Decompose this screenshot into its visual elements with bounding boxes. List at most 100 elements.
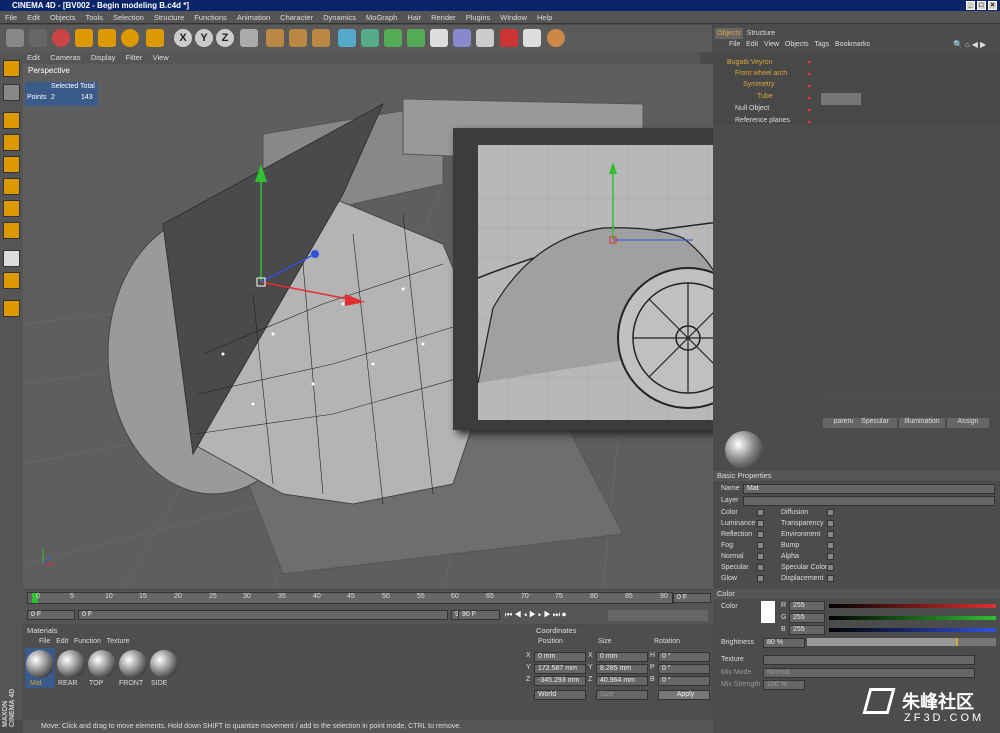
obj-menu-tags[interactable]: Tags bbox=[814, 41, 829, 48]
size-mode-select[interactable]: Size bbox=[596, 690, 648, 700]
g-field[interactable]: 255 bbox=[789, 613, 825, 623]
z-axis-icon[interactable]: Z bbox=[216, 29, 234, 47]
name-field[interactable]: Mat bbox=[743, 484, 995, 494]
layer-field[interactable] bbox=[743, 496, 995, 506]
vp-menu-cameras[interactable]: Cameras bbox=[46, 52, 84, 64]
rotate-icon[interactable] bbox=[121, 29, 139, 47]
obj-menu-file[interactable]: File bbox=[729, 41, 740, 48]
tab-structure[interactable]: Structure bbox=[745, 28, 777, 39]
uv-points-tool-icon[interactable] bbox=[3, 222, 20, 239]
rotation-b-field[interactable]: 0 ° bbox=[658, 676, 710, 686]
vp-menu-display[interactable]: Display bbox=[87, 52, 120, 64]
size-z-field[interactable]: 40.964 mm bbox=[596, 676, 648, 686]
channel-glow-checkbox[interactable] bbox=[757, 575, 764, 582]
mixmode-select[interactable]: Normal bbox=[763, 668, 975, 678]
minimize-button[interactable]: _ bbox=[966, 1, 975, 10]
material-ball-front[interactable] bbox=[119, 650, 147, 678]
r-slider[interactable] bbox=[829, 604, 996, 608]
menu-render[interactable]: Render bbox=[426, 11, 461, 24]
start-frame-field[interactable]: 0 F bbox=[27, 610, 75, 620]
material-ball-rear[interactable] bbox=[57, 650, 85, 678]
object-null[interactable]: Null Object bbox=[735, 103, 769, 114]
position-z-field[interactable]: -345.293 mm bbox=[534, 676, 586, 686]
menu-objects[interactable]: Objects bbox=[45, 11, 80, 24]
move-icon[interactable] bbox=[75, 29, 93, 47]
menu-structure[interactable]: Structure bbox=[149, 11, 189, 24]
close-button[interactable]: × bbox=[988, 1, 997, 10]
frame-slider[interactable]: 0 F bbox=[78, 610, 448, 620]
menu-mograph[interactable]: MoGraph bbox=[361, 11, 402, 24]
material-ball-top[interactable] bbox=[88, 650, 116, 678]
use-texture-tool-icon[interactable] bbox=[3, 112, 20, 129]
position-y-field[interactable]: 172.587 mm bbox=[534, 664, 586, 674]
channel-bump-checkbox[interactable] bbox=[827, 542, 834, 549]
channel-color-checkbox[interactable] bbox=[757, 509, 764, 516]
globe-icon[interactable] bbox=[547, 29, 565, 47]
live-select-icon[interactable] bbox=[52, 29, 70, 47]
channel-specular-color-checkbox[interactable] bbox=[827, 564, 834, 571]
channel-diffusion-checkbox[interactable] bbox=[827, 509, 834, 516]
cube-icon[interactable] bbox=[338, 29, 356, 47]
channel-environment-checkbox[interactable] bbox=[827, 531, 834, 538]
timeline-ruler[interactable]: 0 5 10 15 20 25 30 35 40 45 50 55 60 65 … bbox=[27, 592, 673, 604]
r-field[interactable]: 255 bbox=[789, 601, 825, 611]
channel-transparency-checkbox[interactable] bbox=[827, 520, 834, 527]
coordinate-system-icon[interactable] bbox=[240, 29, 258, 47]
channel-normal-checkbox[interactable] bbox=[757, 553, 764, 560]
menu-dynamics[interactable]: Dynamics bbox=[318, 11, 361, 24]
tab-specular[interactable]: Specular bbox=[853, 418, 897, 428]
object-bugatti-veyron[interactable]: Bugatti Veyron bbox=[727, 57, 773, 68]
channel-displacement-checkbox[interactable] bbox=[827, 575, 834, 582]
brightness-slider[interactable] bbox=[807, 638, 996, 646]
vp-menu-view[interactable]: View bbox=[149, 52, 173, 64]
mat-menu-function[interactable]: Function bbox=[74, 638, 101, 645]
checker-tool-icon[interactable] bbox=[3, 250, 20, 267]
object-reference-planes[interactable]: Reference planes bbox=[735, 115, 790, 126]
deformer-icon[interactable] bbox=[430, 29, 448, 47]
light-icon[interactable] bbox=[476, 29, 494, 47]
material-ball-side[interactable] bbox=[150, 650, 178, 678]
vp-menu-filter[interactable]: Filter bbox=[122, 52, 147, 64]
tab-assign[interactable]: Assign bbox=[947, 418, 989, 428]
vp-menu-edit[interactable]: Edit bbox=[23, 52, 44, 64]
coordinate-mode-select[interactable]: World bbox=[534, 690, 586, 700]
menu-animation[interactable]: Animation bbox=[232, 11, 275, 24]
visibility-dots[interactable]: ● ● ● ● ● ● bbox=[807, 57, 815, 126]
size-y-field[interactable]: 8.285 mm bbox=[596, 664, 648, 674]
texture-field[interactable] bbox=[763, 655, 975, 665]
menu-tools[interactable]: Tools bbox=[80, 11, 108, 24]
spline-icon[interactable] bbox=[361, 29, 379, 47]
points-tool-icon[interactable] bbox=[3, 156, 20, 173]
material-ball-mat[interactable] bbox=[26, 650, 54, 678]
max-frame-field[interactable]: 90 F bbox=[458, 610, 500, 620]
tube-tags[interactable] bbox=[821, 93, 861, 105]
render-view-icon[interactable] bbox=[266, 29, 284, 47]
menu-help[interactable]: Help bbox=[532, 11, 557, 24]
help-icon[interactable] bbox=[500, 29, 518, 47]
undo-icon[interactable] bbox=[6, 29, 24, 47]
mat-menu-edit[interactable]: Edit bbox=[56, 638, 68, 645]
menu-edit[interactable]: Edit bbox=[22, 11, 45, 24]
tab-objects[interactable]: Objects bbox=[715, 28, 743, 39]
use-model-tool-icon[interactable] bbox=[3, 60, 20, 77]
mat-menu-texture[interactable]: Texture bbox=[107, 638, 130, 645]
menu-selection[interactable]: Selection bbox=[108, 11, 149, 24]
mixstrength-field[interactable]: 100 % bbox=[763, 680, 805, 690]
scale-icon[interactable] bbox=[98, 29, 116, 47]
y-axis-icon[interactable]: Y bbox=[195, 29, 213, 47]
obj-menu-bookmarks[interactable]: Bookmarks bbox=[835, 41, 870, 48]
menu-window[interactable]: Window bbox=[495, 11, 532, 24]
channel-fog-checkbox[interactable] bbox=[757, 542, 764, 549]
objects-nav-icons[interactable]: 🔍⌂◀▶ bbox=[953, 40, 998, 50]
snap-tool-icon[interactable] bbox=[3, 272, 20, 289]
current-frame-field[interactable]: 0 F bbox=[673, 593, 711, 603]
position-x-field[interactable]: 0 mm bbox=[534, 652, 586, 662]
obj-menu-edit[interactable]: Edit bbox=[746, 41, 758, 48]
menu-plugins[interactable]: Plugins bbox=[461, 11, 496, 24]
channel-reflection-checkbox[interactable] bbox=[757, 531, 764, 538]
use-axis-tool-icon[interactable] bbox=[3, 134, 20, 151]
layout-icon[interactable] bbox=[523, 29, 541, 47]
use-object-tool-icon[interactable] bbox=[3, 84, 20, 101]
polygons-tool-icon[interactable] bbox=[3, 200, 20, 217]
paint-tool-icon[interactable] bbox=[3, 300, 20, 317]
